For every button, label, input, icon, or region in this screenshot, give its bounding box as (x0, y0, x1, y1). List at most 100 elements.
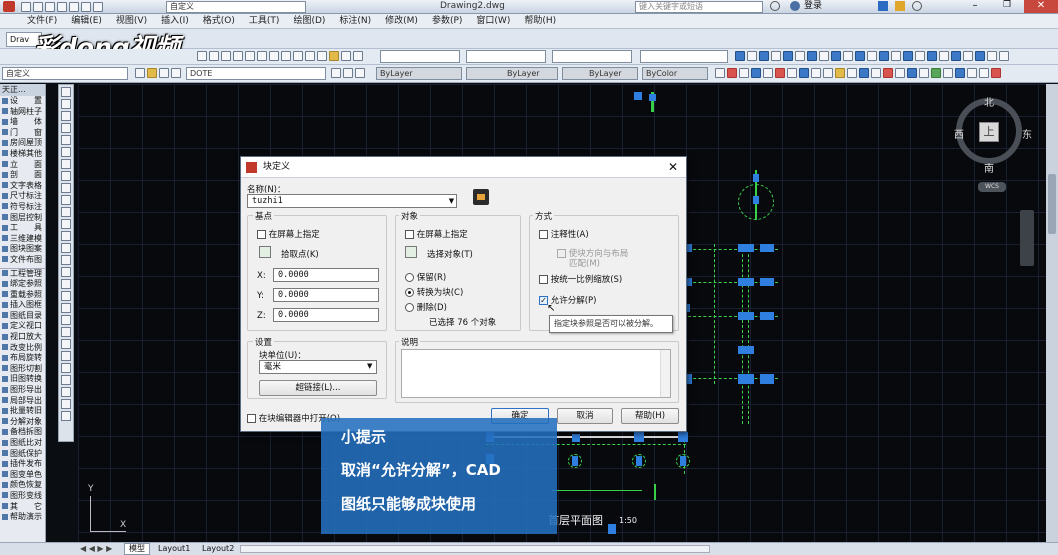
vertical-scrollbar[interactable] (1046, 84, 1058, 542)
color-dropdown[interactable]: ByLayer (376, 67, 462, 80)
tangent-menu-item[interactable]: 布局旋转 (0, 353, 45, 364)
tangent-menu-item[interactable]: 批量转旧 (0, 406, 45, 417)
block-name-input[interactable]: tuzhi1 (247, 194, 457, 208)
uniform-scale-check[interactable]: 按统一比例缩放(S) (539, 273, 622, 285)
tangent-menu-item[interactable]: 绑定参照 (0, 279, 45, 290)
close-button[interactable]: ✕ (1024, 0, 1058, 13)
tangent-menu-item[interactable]: 工程管理 (0, 269, 45, 280)
tangent-menu-item[interactable]: 图纸比对 (0, 438, 45, 449)
convert-radio[interactable]: 转换为块(C) (405, 286, 463, 298)
description-textarea[interactable] (401, 349, 671, 398)
compass-west[interactable]: 西 (954, 126, 964, 141)
multileader-style-dropdown[interactable] (640, 50, 728, 63)
tangent-menu-item[interactable]: 图形切割 (0, 364, 45, 375)
checkbox[interactable] (539, 275, 548, 284)
tangent-menu-item[interactable]: 局部导出 (0, 396, 45, 407)
tangent-menu-item[interactable]: 视口放大 (0, 332, 45, 343)
tangent-menu-item[interactable]: 分解对象 (0, 417, 45, 428)
menu-insert[interactable]: 插入(I) (154, 14, 196, 28)
community-icon[interactable] (895, 1, 905, 11)
chevron-down-icon[interactable]: ▼ (367, 362, 372, 370)
tangent-menu-item[interactable]: 插件发布 (0, 459, 45, 470)
workspace-dropdown[interactable]: 自定义 (166, 1, 306, 13)
tab-layout2[interactable]: Layout2 (198, 543, 238, 555)
annotative-check[interactable]: 注释性(A) (539, 228, 589, 240)
tangent-menu-item[interactable]: 尺寸标注 (0, 191, 45, 202)
dialog-close-button[interactable]: ✕ (668, 157, 678, 178)
compass-north[interactable]: 北 (984, 94, 994, 109)
menu-help[interactable]: 帮助(H) (517, 14, 563, 28)
x-coordinate-input[interactable]: 0.0000 (273, 268, 379, 282)
tangent-menu-item[interactable]: 图形导出 (0, 385, 45, 396)
hyperlink-button[interactable]: 超链接(L)... (259, 380, 377, 396)
pick-point-button[interactable]: 拾取点(K) (281, 248, 319, 260)
radio[interactable] (405, 273, 414, 282)
compass-south[interactable]: 南 (984, 160, 994, 175)
menu-draw[interactable]: 绘图(D) (286, 14, 332, 28)
objects-onscreen[interactable]: 在屏幕上指定 (405, 228, 468, 240)
tangent-menu-item[interactable]: 图变单色 (0, 470, 45, 481)
restore-button[interactable]: ❐ (992, 0, 1022, 13)
chevron-down-icon[interactable]: ▼ (446, 194, 457, 208)
search-icon[interactable] (770, 1, 780, 11)
tangent-menu-item[interactable]: 设 置 (0, 96, 45, 107)
tangent-menu-item[interactable]: 图形变线 (0, 491, 45, 502)
navigation-bar[interactable] (1020, 210, 1034, 266)
tangent-menu-item[interactable]: 旧图转换 (0, 374, 45, 385)
delete-radio[interactable]: 删除(D) (405, 301, 447, 313)
tangent-menu-item[interactable]: 剖 面 (0, 170, 45, 181)
menu-dimension[interactable]: 标注(N) (332, 14, 378, 28)
tangent-menu-item[interactable]: 文件布图 (0, 255, 45, 266)
help-icon[interactable] (912, 1, 922, 11)
tangent-menu-item[interactable]: 立 面 (0, 160, 45, 171)
checkbox[interactable] (247, 414, 256, 423)
tangent-menu-item[interactable]: 楼梯其他 (0, 149, 45, 160)
tangent-menu-item[interactable]: 其 它 (0, 502, 45, 513)
tangent-menu-item[interactable]: 图块图案 (0, 244, 45, 255)
tab-layout1[interactable]: Layout1 (154, 543, 194, 555)
tangent-menu-item[interactable]: 定义视口 (0, 321, 45, 332)
checkbox[interactable] (539, 230, 548, 239)
block-unit-dropdown[interactable]: 毫米 (259, 360, 377, 374)
tab-nav-arrows[interactable]: ◀ ◀ ▶ ▶ (80, 544, 112, 553)
menu-tools[interactable]: 工具(T) (242, 14, 287, 28)
base-onscreen[interactable]: 在屏幕上指定 (257, 228, 320, 240)
tab-model[interactable]: 模型 (124, 543, 150, 555)
tangent-menu-item[interactable]: 轴网柱子 (0, 107, 45, 118)
tangent-menu-item[interactable]: 图纸保护 (0, 449, 45, 460)
tangent-menu-item[interactable]: 插入图框 (0, 300, 45, 311)
textarea-scrollbar[interactable] (660, 350, 670, 397)
tangent-menu-item[interactable]: 三维建模 (0, 234, 45, 245)
autocad-logo-icon[interactable] (3, 1, 15, 12)
dim-style-dropdown[interactable] (466, 50, 546, 63)
tangent-menu-item[interactable]: 改变比例 (0, 343, 45, 354)
menu-modify[interactable]: 修改(M) (378, 14, 425, 28)
compass-east[interactable]: 东 (1022, 126, 1032, 141)
tangent-menu-item[interactable]: 文字表格 (0, 181, 45, 192)
workspace-combo[interactable]: 自定义 (2, 67, 128, 80)
menu-file[interactable]: 文件(F) (20, 14, 64, 28)
radio[interactable] (405, 303, 414, 312)
exchange-icon[interactable] (878, 1, 888, 11)
y-coordinate-input[interactable]: 0.0000 (273, 288, 379, 302)
menu-format[interactable]: 格式(O) (196, 14, 242, 28)
menu-window[interactable]: 窗口(W) (469, 14, 517, 28)
search-input[interactable]: 键入关键字或短语 (635, 1, 763, 13)
pick-point-icon[interactable] (259, 246, 271, 258)
menu-view[interactable]: 视图(V) (109, 14, 154, 28)
tangent-menu-item[interactable]: 帮助演示 (0, 512, 45, 523)
tangent-menu-item[interactable]: 图层控制 (0, 213, 45, 224)
tangent-menu-item[interactable]: 墙 体 (0, 117, 45, 128)
checkbox[interactable] (405, 230, 414, 239)
select-objects-button[interactable]: 选择对象(T) (427, 248, 473, 260)
tangent-menu-item[interactable]: 备档拆图 (0, 427, 45, 438)
tangent-menu-item[interactable]: 符号标注 (0, 202, 45, 213)
tangent-menu-item[interactable]: 颜色恢复 (0, 480, 45, 491)
select-objects-icon[interactable] (405, 246, 417, 258)
retain-radio[interactable]: 保留(R) (405, 271, 446, 283)
text-style-dropdown[interactable] (380, 50, 460, 63)
menu-parametric[interactable]: 参数(P) (425, 14, 469, 28)
z-coordinate-input[interactable]: 0.0000 (273, 308, 379, 322)
linetype-dropdown[interactable]: ByLayer (466, 67, 558, 80)
scroll-thumb[interactable] (1048, 174, 1056, 234)
